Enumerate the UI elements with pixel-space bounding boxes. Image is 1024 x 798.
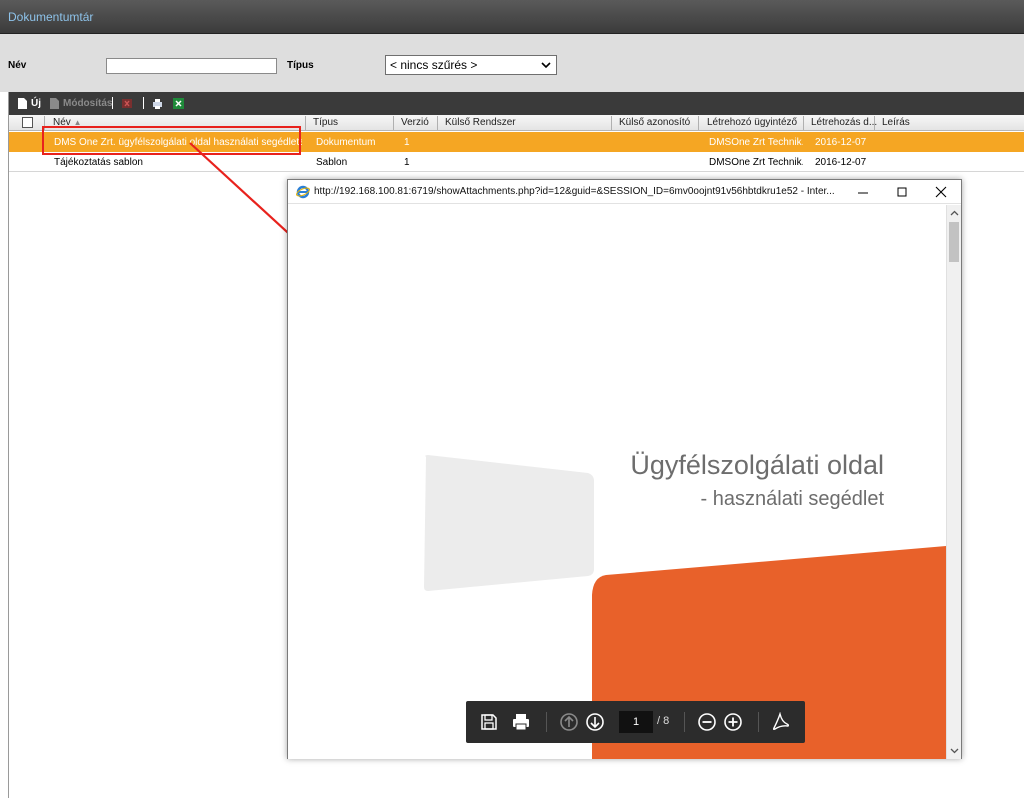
column-divider (393, 116, 394, 130)
pdf-toolbar: 1 / 8 (466, 701, 805, 743)
attachment-viewer-window: http://192.168.100.81:6719/showAttachmen… (287, 179, 962, 759)
edit-button[interactable]: Módosítás (49, 97, 112, 110)
viewer-url: http://192.168.100.81:6719/showAttachmen… (314, 186, 835, 197)
slide-title: Ügyfélszolgálati oldal (630, 450, 884, 480)
toolbar-divider (112, 97, 113, 109)
slide-graphics (424, 455, 946, 759)
cell-name: Tájékoztatás sablon (54, 157, 143, 168)
cell-created-date: 2016-12-07 (815, 137, 867, 148)
cell-created-date: 2016-12-07 (815, 157, 867, 168)
column-divider (874, 116, 875, 130)
column-header-created-date[interactable]: Létrehozás d... (811, 117, 877, 128)
type-filter-select[interactable]: < nincs szűrés > (385, 55, 557, 75)
app-titlebar: Dokumentumtár (0, 0, 1024, 34)
excel-export-button[interactable] (173, 97, 187, 110)
slide-subtitle: - használati segédlet (700, 488, 884, 510)
cell-version: 1 (404, 137, 410, 148)
chevron-down-icon (541, 62, 551, 69)
column-header-creator[interactable]: Létrehozó ügyintéző (707, 117, 797, 128)
filter-bar: Név Típus < nincs szűrés > (0, 34, 1024, 92)
edit-button-label: Módosítás (63, 98, 113, 109)
highlight-box (42, 126, 301, 155)
page-down-icon[interactable] (585, 712, 605, 732)
toolbar-divider (143, 97, 144, 109)
pdf-viewer[interactable]: Ügyfélszolgálati oldal - használati segé… (288, 205, 946, 759)
print-icon[interactable] (511, 712, 531, 732)
column-header-type[interactable]: Típus (313, 117, 338, 128)
cell-type: Sablon (316, 157, 348, 168)
column-header-external-system[interactable]: Külső Rendszer (445, 117, 516, 128)
column-divider (305, 116, 306, 130)
new-button-label: Új (31, 98, 41, 109)
print-list-button[interactable] (152, 97, 166, 110)
delete-icon (122, 99, 132, 108)
ie-icon (296, 185, 310, 199)
column-divider (803, 116, 804, 130)
acrobat-icon[interactable] (771, 712, 791, 732)
grid-toolbar: Új Módosítás (9, 92, 1024, 115)
column-header-version[interactable]: Verzió (401, 117, 429, 128)
page-total: / 8 (657, 715, 670, 727)
cell-creator: DMSOne Zrt Technik... (709, 157, 803, 168)
name-filter-input[interactable] (106, 58, 277, 74)
new-button[interactable]: Új (17, 97, 41, 110)
type-filter-label: Típus (287, 60, 314, 71)
close-button[interactable] (934, 185, 948, 199)
scroll-down-icon[interactable] (950, 746, 959, 755)
viewer-scrollbar[interactable] (946, 205, 961, 759)
viewer-titlebar: http://192.168.100.81:6719/showAttachmen… (288, 180, 961, 204)
excel-icon (173, 98, 184, 109)
printer-icon (153, 99, 162, 109)
cell-creator: DMSOne Zrt Technik... (709, 137, 803, 148)
name-filter-label: Név (8, 60, 27, 71)
cell-version: 1 (404, 157, 410, 168)
page-up-icon[interactable] (559, 712, 579, 732)
zoom-out-icon[interactable] (697, 712, 717, 732)
cell-type: Dokumentum (316, 137, 376, 148)
edit-document-icon (50, 98, 59, 109)
new-document-icon (18, 98, 27, 109)
column-divider (698, 116, 699, 130)
column-header-external-id[interactable]: Külső azonosító (619, 117, 690, 128)
table-row[interactable]: Tájékoztatás sablon Sablon 1 DMSOne Zrt … (9, 152, 1024, 172)
maximize-button[interactable] (895, 185, 909, 199)
toolbar-divider (758, 712, 759, 732)
app-title: Dokumentumtár (8, 10, 94, 24)
delete-button[interactable] (122, 97, 136, 110)
select-all-checkbox[interactable] (22, 117, 33, 128)
page-number-input[interactable]: 1 (619, 711, 653, 733)
column-header-description[interactable]: Leírás (882, 117, 910, 128)
toolbar-divider (684, 712, 685, 732)
minimize-button[interactable] (856, 185, 870, 199)
zoom-in-icon[interactable] (723, 712, 743, 732)
scroll-up-icon[interactable] (950, 209, 959, 218)
save-icon[interactable] (479, 712, 499, 732)
scrollbar-thumb[interactable] (949, 222, 959, 262)
toolbar-divider (546, 712, 547, 732)
column-divider (611, 116, 612, 130)
type-filter-value: < nincs szűrés > (390, 58, 478, 72)
column-divider (437, 116, 438, 130)
